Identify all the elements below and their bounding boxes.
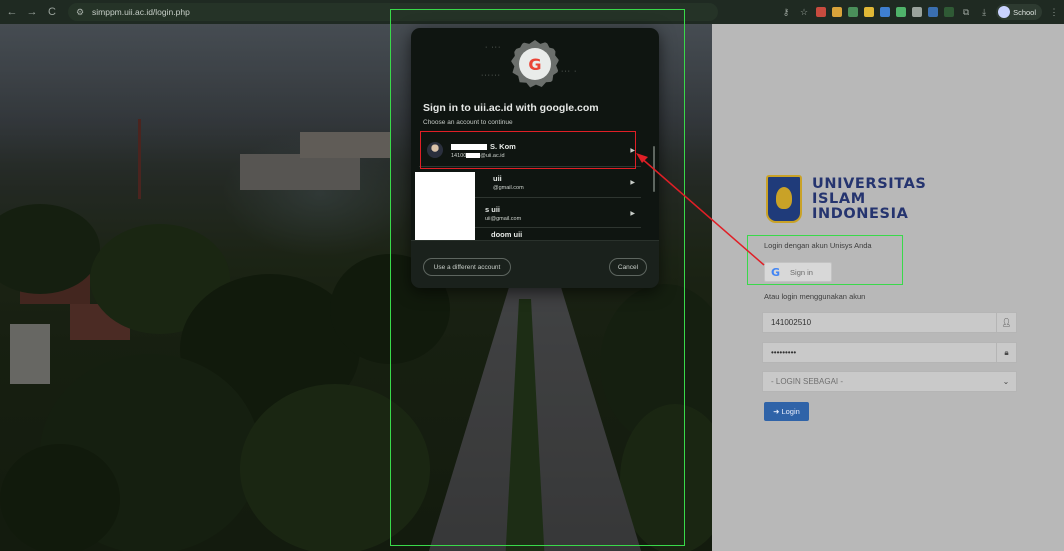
screenshot: ← → C ⚙ simppm.uii.ac.id/login.php ⚷ ☆ ⧉…	[0, 0, 1064, 551]
annotation-arrow	[636, 153, 765, 266]
